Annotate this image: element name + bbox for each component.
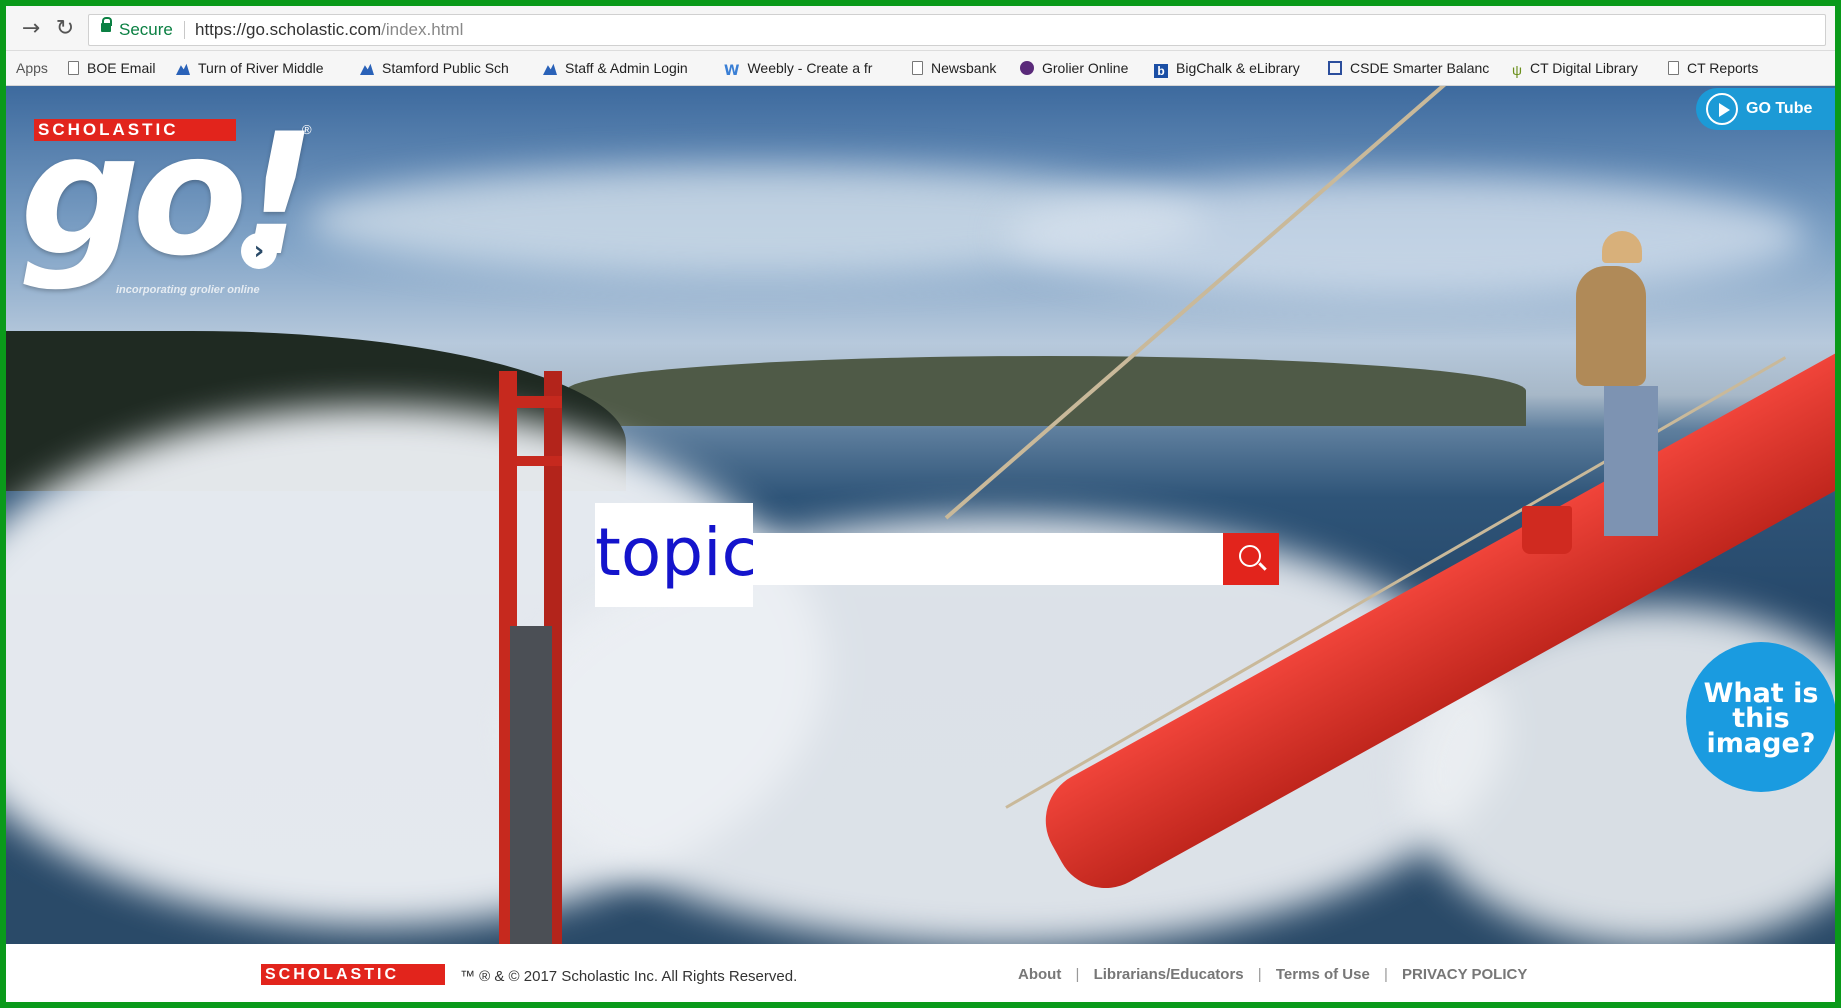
bookmark-label: BOE Email [87, 60, 156, 76]
terms-of-use-link[interactable]: Terms of Use [1276, 966, 1370, 983]
logo-tagline: incorporating grolier online [116, 284, 260, 296]
forward-arrow-icon[interactable]: → [18, 16, 44, 42]
browser-window: → ↻ Secure https://go.scholastic.com/ind… [6, 6, 1835, 1002]
search-input[interactable] [753, 533, 1223, 585]
about-link[interactable]: About [1018, 966, 1061, 983]
link-divider: | [1075, 966, 1080, 983]
search-button[interactable] [1223, 533, 1279, 585]
worker-legs [1604, 386, 1658, 536]
address-bar[interactable]: Secure https://go.scholastic.com/index.h… [88, 14, 1826, 46]
what-is-this-image-button[interactable]: What is this image? [1686, 642, 1835, 792]
url-base: https://go.scholastic.com [195, 20, 382, 39]
bookmark-label: CT Reports [1687, 60, 1759, 76]
secure-label: Secure [119, 20, 173, 39]
librarians-educators-link[interactable]: Librarians/Educators [1094, 966, 1244, 983]
bookmark-ct-digital[interactable]: ψ CT Digital Library [1512, 51, 1638, 87]
lock-icon [101, 17, 112, 32]
distant-hills [566, 356, 1526, 426]
mountain-icon [543, 63, 557, 75]
bookmark-label: Weebly - Create a fr [747, 60, 873, 76]
link-divider: | [1383, 966, 1388, 983]
copyright-text: ™ ® & © 2017 Scholastic Inc. All Rights … [460, 968, 798, 985]
footer-scholastic-logo[interactable]: SCHOLASTIC [261, 964, 445, 985]
footer-links: About | Librarians/Educators | Terms of … [1018, 966, 1537, 983]
bookmark-staff-login[interactable]: Staff & Admin Login [543, 51, 688, 85]
worker-figure [1576, 266, 1646, 386]
address-divider [184, 21, 185, 39]
search-icon [1239, 545, 1261, 567]
weebly-icon: W [724, 63, 740, 79]
ct-leaf-icon: ψ [1512, 62, 1522, 78]
link-divider: | [1257, 966, 1262, 983]
csde-icon [1328, 61, 1342, 75]
url-text[interactable]: https://go.scholastic.com/index.html [195, 15, 463, 45]
apps-shortcut[interactable]: Apps [16, 51, 48, 85]
bookmark-label: BigChalk & eLibrary [1176, 60, 1300, 76]
grolier-icon [1020, 61, 1034, 75]
page-icon [1668, 61, 1679, 75]
bookmark-label: Grolier Online [1042, 60, 1129, 76]
privacy-policy-link[interactable]: PRIVACY POLICY [1402, 966, 1527, 983]
bookmark-label: Staff & Admin Login [565, 60, 688, 76]
sky-cloud [1006, 176, 1806, 296]
bookmark-label: Turn of River Middle [198, 60, 324, 76]
mountain-icon [176, 63, 190, 75]
bookmark-newsbank[interactable]: Newsbank [912, 51, 996, 85]
bookmark-label: CSDE Smarter Balanc [1350, 60, 1490, 76]
registered-mark: ® [302, 122, 312, 137]
bookmark-label: Newsbank [931, 60, 997, 76]
bookmark-label: CT Digital Library [1529, 60, 1638, 76]
page-footer: SCHOLASTIC ™ ® & © 2017 Scholastic Inc. … [6, 944, 1835, 1002]
browser-toolbar: → ↻ Secure https://go.scholastic.com/ind… [6, 6, 1835, 51]
bookmarks-bar: Apps BOE Email Turn of River Middle Stam… [6, 51, 1835, 86]
bookmark-csde[interactable]: CSDE Smarter Balanc [1328, 51, 1489, 85]
red-bucket [1522, 506, 1572, 554]
hero-background-image: SCHOLASTIC go! › ® incorporating grolier… [6, 86, 1835, 944]
page-icon [912, 61, 923, 75]
what-image-line3: image? [1706, 728, 1816, 759]
bookmark-bigchalk[interactable]: b BigChalk & eLibrary [1154, 51, 1300, 85]
go-tube-button[interactable]: GO Tube [1696, 88, 1835, 130]
bookmark-ct-reports[interactable]: CT Reports [1668, 51, 1758, 85]
search-topic-label: topic [595, 503, 758, 607]
bookmark-boe-email[interactable]: BOE Email [68, 51, 155, 85]
bookmark-stamford-public[interactable]: Stamford Public Sch [360, 51, 509, 85]
bookmark-weebly[interactable]: W Weebly - Create a fr [724, 51, 872, 88]
page-icon [68, 61, 79, 75]
bookmark-turn-of-river[interactable]: Turn of River Middle [176, 51, 324, 85]
play-icon [1706, 93, 1738, 125]
bridge-crossbar [499, 396, 562, 408]
bookmark-label: Stamford Public Sch [382, 60, 509, 76]
bigchalk-icon: b [1154, 64, 1168, 78]
worker-hardhat [1602, 231, 1642, 263]
chevron-right-icon: › [241, 233, 277, 269]
mountain-icon [360, 63, 374, 75]
bridge-roadway [510, 626, 552, 944]
go-tube-label: GO Tube [1746, 100, 1813, 117]
url-path: /index.html [381, 20, 464, 39]
bookmark-grolier[interactable]: Grolier Online [1020, 51, 1128, 85]
reload-icon[interactable]: ↻ [52, 16, 78, 42]
bridge-crossbar [499, 456, 562, 466]
